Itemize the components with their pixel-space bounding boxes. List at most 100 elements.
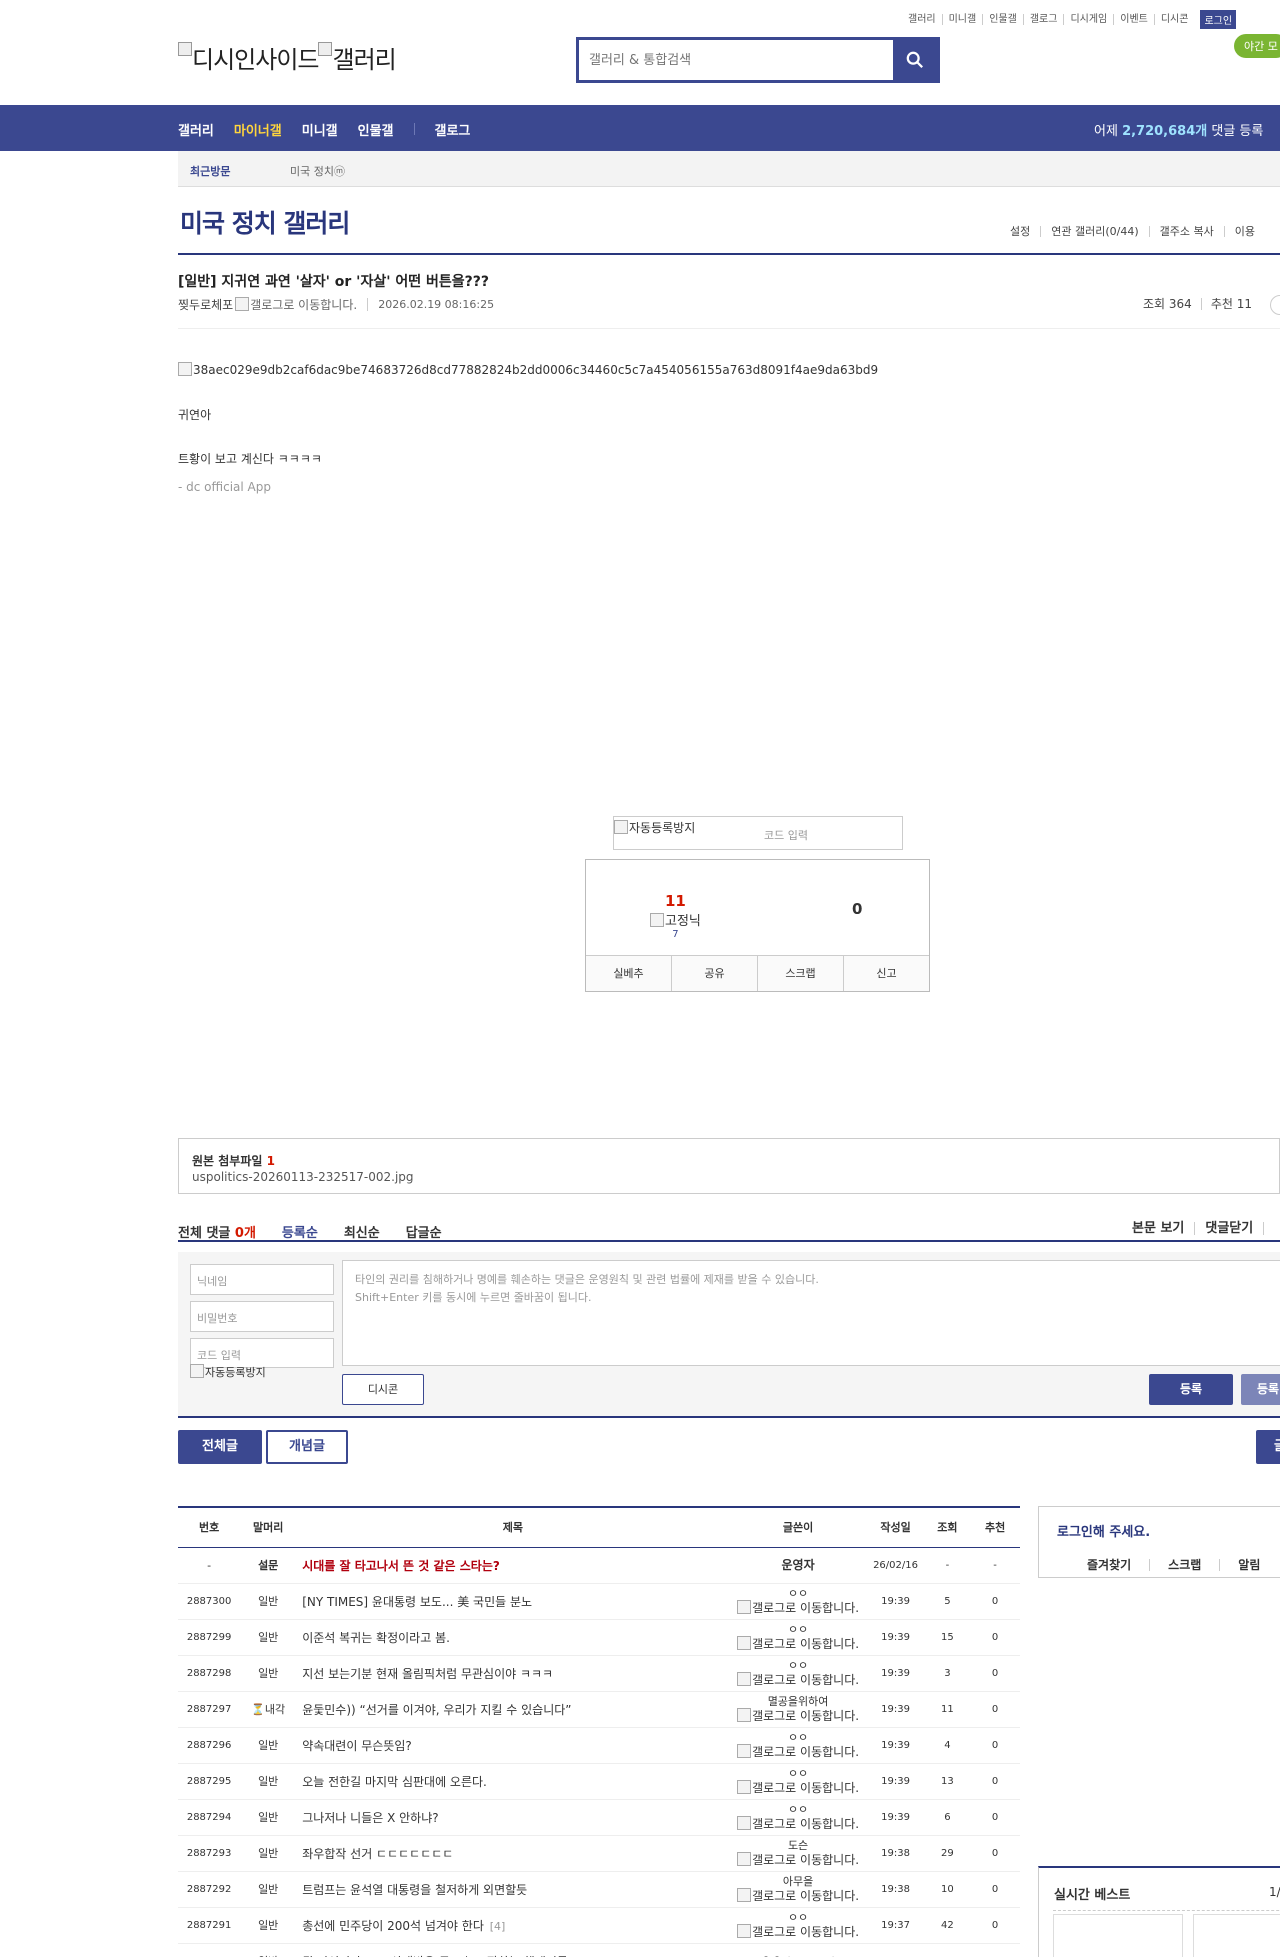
post-subject-text[interactable]: 좌우합작 선거 ㄷㄷㄷㄷㄷㄷㄷ bbox=[302, 1847, 453, 1861]
gallog-link[interactable]: 갤로그로 이동합니다. bbox=[730, 1672, 867, 1687]
recent-visit-item[interactable]: 미국 정치ⓜ bbox=[290, 163, 345, 179]
table-row[interactable]: 2887293 일반 좌우합작 선거 ㄷㄷㄷㄷㄷㄷㄷ 도슨 갤로그로 이동합니다. 19:… bbox=[178, 1835, 1020, 1872]
util-dccon-link[interactable]: 디시콘 bbox=[1153, 14, 1195, 25]
util-game-link[interactable]: 디시게임 bbox=[1063, 14, 1113, 25]
table-row[interactable]: 2887291 일반 총선에 민주당이 200석 넘겨야 한다 [4] ㅇㅇ 갤로그로 … bbox=[178, 1907, 1020, 1944]
table-row[interactable]: 2887299 일반 이준석 복귀는 확정이라고 봄. ㅇㅇ 갤로그로 이동합니다. 19… bbox=[178, 1619, 1020, 1656]
post-subject[interactable]: 뭔 지선이야 ㅅㅂ 상대방은 투표수 조작하는 핵쟁이들... [1] bbox=[296, 1943, 730, 1957]
writer-nick[interactable]: ㅇㅇ bbox=[761, 1953, 783, 1957]
gallog-link[interactable]: 갤로그로 이동합니다. bbox=[730, 1780, 867, 1795]
post-writer[interactable]: ㅇㅇ 갤로그로 이동합니다. bbox=[729, 1619, 867, 1656]
more-options-icon[interactable] bbox=[1270, 295, 1280, 315]
table-row[interactable]: 2887290일반뭔 지선이야 ㅅㅂ 상대방은 투표수 조작하는 핵쟁이들...… bbox=[178, 1943, 1020, 1957]
close-comments-link[interactable]: 댓글닫기 bbox=[1194, 1222, 1263, 1235]
writer-nick[interactable]: ㅇㅇ bbox=[730, 1803, 867, 1816]
nav-gallery[interactable]: 갤러리 bbox=[178, 120, 214, 139]
writer-nick[interactable]: ㅇㅇ bbox=[730, 1659, 867, 1672]
post-writer[interactable]: ㅇㅇ 갤로그로 이동합니다. bbox=[729, 1907, 867, 1944]
writer-nick[interactable]: ㅇㅇ bbox=[730, 1731, 867, 1744]
nav-gallog[interactable]: 갤로그 bbox=[435, 120, 471, 139]
post-image[interactable]: 38aec029e9db2caf6dac9be74683726d8cd77882… bbox=[178, 362, 878, 377]
scrap-button[interactable]: 스크랩 bbox=[757, 956, 843, 991]
post-subject[interactable]: 윤둧민수)) “선거를 이겨야, 우리가 지킬 수 있습니다” bbox=[296, 1691, 730, 1728]
post-subject[interactable]: 약속대련이 무슨뜻임? bbox=[296, 1727, 730, 1764]
search-button[interactable] bbox=[893, 40, 937, 80]
favorites-link[interactable]: 즐겨찾기 bbox=[1039, 1559, 1149, 1571]
sort-registered[interactable]: 등록순 bbox=[282, 1222, 318, 1241]
post-subject-text[interactable]: 지선 보는기분 현재 올림픽처럼 무관심이야 ㅋㅋㅋ bbox=[302, 1667, 553, 1681]
real-best-button[interactable]: 실베추 bbox=[586, 956, 671, 991]
post-subject-text[interactable]: 약속대련이 무슨뜻임? bbox=[302, 1739, 412, 1753]
writer-nick[interactable]: ㅇㅇ bbox=[730, 1911, 867, 1924]
nickname-input[interactable]: 닉네임 bbox=[190, 1264, 334, 1295]
search-input[interactable] bbox=[579, 40, 893, 80]
side-login-title[interactable]: 로그인해 주세요. bbox=[1057, 1521, 1150, 1540]
post-subject-text[interactable]: 윤둧민수)) “선거를 이겨야, 우리가 지킬 수 있습니다” bbox=[302, 1703, 571, 1717]
table-row[interactable]: 2887297 ⏳내각 윤둧민수)) “선거를 이겨야, 우리가 지킬 수 있습니다… bbox=[178, 1691, 1020, 1728]
post-subject[interactable]: 좌우합작 선거 ㄷㄷㄷㄷㄷㄷㄷ bbox=[296, 1835, 730, 1872]
util-gallery-link[interactable]: 갤러리 bbox=[902, 14, 942, 25]
util-event-link[interactable]: 이벤트 bbox=[1113, 14, 1154, 25]
alarm-link[interactable]: 알림 bbox=[1219, 1559, 1278, 1571]
table-row[interactable]: 2887292 일반 트럼프는 윤석열 대통령을 철저하게 외면할듯 아무을 갤로그로 … bbox=[178, 1871, 1020, 1908]
share-button[interactable]: 공유 bbox=[671, 956, 757, 991]
captcha-code-input[interactable]: 코드 입력 bbox=[764, 827, 808, 843]
post-subject-text[interactable]: [NY TIMES] 윤대통령 보도... 美 국민들 분노 bbox=[302, 1595, 532, 1609]
gallog-link[interactable]: 갤로그로 이동합니다. bbox=[730, 1600, 867, 1615]
util-person-link[interactable]: 인물갤 bbox=[982, 14, 1023, 25]
table-row[interactable]: 2887294 일반 그나저나 니들은 X 안하냐? ㅇㅇ 갤로그로 이동합니다. 19:… bbox=[178, 1799, 1020, 1836]
post-writer[interactable]: 멸공을위하여 갤로그로 이동합니다. bbox=[729, 1691, 867, 1728]
table-row[interactable]: 2887296 일반 약속대련이 무슨뜻임? ㅇㅇ 갤로그로 이동합니다. 19:39 4 0 bbox=[178, 1727, 1020, 1764]
gallog-link[interactable]: 갤로그로 이동합니다. bbox=[730, 1816, 867, 1831]
view-body-link[interactable]: 본문 보기 bbox=[1122, 1222, 1194, 1235]
dccon-button[interactable]: 디시콘 bbox=[342, 1374, 424, 1405]
write-button[interactable]: 글 bbox=[1256, 1430, 1280, 1464]
post-subject-text[interactable]: 총선에 민주당이 200석 넘겨야 한다 bbox=[302, 1919, 484, 1933]
concept-posts-button[interactable]: 개념글 bbox=[266, 1430, 348, 1464]
best-card[interactable] bbox=[1053, 1914, 1183, 1957]
writer-nick[interactable]: 아무을 bbox=[730, 1875, 867, 1888]
attachment-file-link[interactable]: uspolitics-20260113-232517-002.jpg bbox=[192, 1170, 414, 1184]
gallog-link[interactable]: 갤로그로 이동합니다. bbox=[235, 296, 357, 313]
nav-minor-gallery[interactable]: 마이너갤 bbox=[234, 120, 282, 139]
gallog-link[interactable]: 갤로그로 이동합니다. bbox=[730, 1708, 867, 1723]
post-author[interactable]: 찢두로체포 bbox=[178, 296, 233, 313]
report-button[interactable]: 신고 bbox=[843, 956, 929, 991]
site-logo[interactable]: 디시인사이드 갤러리 bbox=[178, 40, 397, 75]
comment-register-button[interactable]: 등록 bbox=[1149, 1374, 1233, 1405]
table-row[interactable]: 2887295 일반 오늘 전한길 마지막 심판대에 오른다. ㅇㅇ 갤로그로 이동합니… bbox=[178, 1763, 1020, 1800]
post-writer[interactable]: 아무을 갤로그로 이동합니다. bbox=[729, 1871, 867, 1908]
recent-visit-label[interactable]: 최근방문 bbox=[190, 163, 230, 179]
gallog-link[interactable]: 갤로그로 이동합니다. bbox=[730, 1744, 867, 1759]
post-writer[interactable]: ㅇㅇ 갤로그로 이동합니다. bbox=[729, 1583, 867, 1620]
table-row[interactable]: 2887298 일반 지선 보는기분 현재 올림픽처럼 무관심이야 ㅋㅋㅋ ㅇㅇ 갤로그… bbox=[178, 1655, 1020, 1692]
post-subject[interactable]: 총선에 민주당이 200석 넘겨야 한다 [4] bbox=[296, 1907, 730, 1944]
post-subject-text[interactable]: 이준석 복귀는 확정이라고 봄. bbox=[302, 1631, 450, 1645]
writer-nick[interactable]: ㅇㅇ bbox=[730, 1767, 867, 1780]
sort-latest[interactable]: 최신순 bbox=[344, 1222, 380, 1241]
gallog-link[interactable]: 갤로그로 이동합니다. bbox=[730, 1852, 867, 1867]
post-subject-text[interactable]: 오늘 전한길 마지막 심판대에 오른다. bbox=[302, 1775, 487, 1789]
reply-count[interactable]: [4] bbox=[490, 1920, 506, 1933]
scrap-link[interactable]: 스크랩 bbox=[1149, 1559, 1219, 1571]
table-row[interactable]: 2887300 일반 [NY TIMES] 윤대통령 보도... 美 국민들 분노 ㅇ… bbox=[178, 1583, 1020, 1620]
login-button[interactable]: 로그인 bbox=[1200, 10, 1237, 29]
util-gallog-link[interactable]: 갤로그 bbox=[1022, 14, 1064, 25]
night-mode-toggle[interactable]: 야간 모 bbox=[1234, 34, 1280, 58]
gallery-settings-link[interactable]: 설정 bbox=[1000, 226, 1040, 237]
post-writer[interactable]: 도슨 갤로그로 이동합니다. bbox=[729, 1835, 867, 1872]
all-posts-button[interactable]: 전체글 bbox=[178, 1430, 262, 1464]
best-card[interactable] bbox=[1193, 1914, 1280, 1957]
post-writer[interactable]: ㅇㅇ 갤로그로 이동합니다. bbox=[729, 1655, 867, 1692]
sort-replies[interactable]: 답글순 bbox=[406, 1222, 442, 1241]
nav-mini-gallery[interactable]: 미니갤 bbox=[302, 120, 338, 139]
writer-nick[interactable]: 멸공을위하여 bbox=[730, 1695, 867, 1708]
writer-nick[interactable]: ㅇㅇ bbox=[730, 1623, 867, 1636]
post-subject[interactable]: 그나저나 니들은 X 안하냐? bbox=[296, 1799, 730, 1836]
post-subject[interactable]: [NY TIMES] 윤대통령 보도... 美 국민들 분노 bbox=[296, 1583, 730, 1620]
post-subject[interactable]: 이준석 복귀는 확정이라고 봄. bbox=[296, 1619, 730, 1656]
post-subject[interactable]: 오늘 전한길 마지막 심판대에 오른다. bbox=[296, 1763, 730, 1800]
gallog-link[interactable]: 갤로그로 이동합니다. bbox=[730, 1888, 867, 1903]
notice-row[interactable]: - 설문 시대를 잘 타고나서 뜬 것 같은 스타는? 운영자 26/02/16… bbox=[178, 1547, 1020, 1584]
nav-person-gallery[interactable]: 인물갤 bbox=[358, 120, 394, 139]
